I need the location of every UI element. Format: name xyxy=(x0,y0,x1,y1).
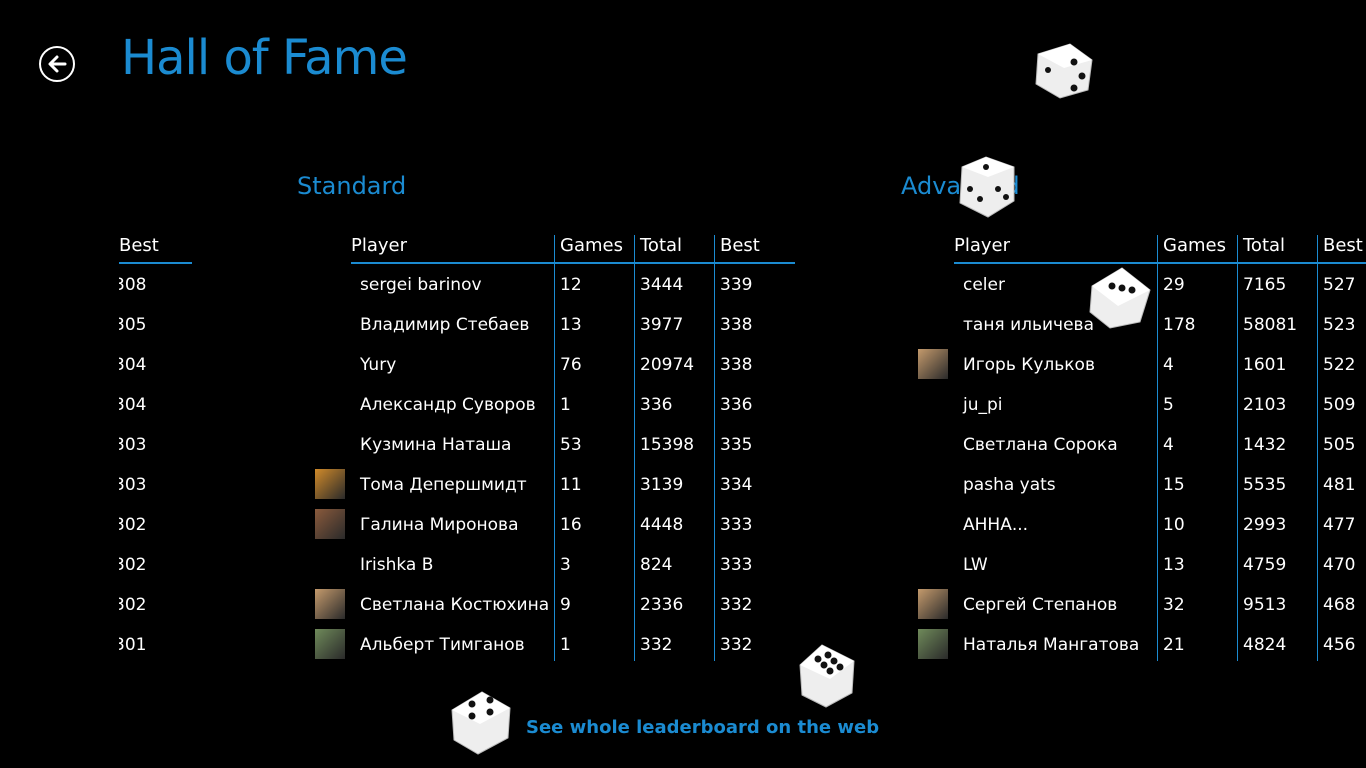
table-row[interactable]: Светлана Сорока 4 1432 505 xyxy=(0,392,1366,455)
table-row[interactable]: pasha yats 15 5535 481 xyxy=(0,432,1366,495)
dice-icon xyxy=(1089,267,1151,329)
dice-icon xyxy=(451,691,511,755)
cell-games: 21 xyxy=(1163,635,1185,655)
avatar xyxy=(918,629,948,659)
table-row[interactable]: АННА... 10 2993 477 xyxy=(0,472,1366,535)
cell-total: 4824 xyxy=(1243,635,1287,655)
dice-icon xyxy=(1035,43,1093,99)
table-row[interactable]: Сергей Степанов 32 9513 468 xyxy=(0,552,1366,619)
table-row[interactable]: LW 13 4759 470 xyxy=(0,512,1366,575)
web-leaderboard-link[interactable]: See whole leaderboard on the web xyxy=(526,717,879,738)
advanced-leaderboard: Player Games Total Best celer 29 7165 527 таня и… xyxy=(0,232,1366,672)
table-row[interactable]: таня ильичева 178 58081 523 xyxy=(0,272,1366,335)
dice-icon xyxy=(799,644,855,708)
cell-best: 456 xyxy=(1323,635,1356,655)
cell-player: Наталья Мангатова xyxy=(963,635,1140,655)
table-row[interactable]: Наталья Мангатова 21 4824 456 xyxy=(0,592,1366,659)
back-button[interactable] xyxy=(39,46,75,82)
table-row[interactable]: celer 29 7165 527 xyxy=(0,232,1366,295)
table-row[interactable]: ju_pi 5 2103 509 xyxy=(0,352,1366,415)
back-arrow-icon xyxy=(48,55,67,73)
table-row[interactable]: Игорь Кульков 4 1601 522 xyxy=(0,312,1366,379)
dice-icon xyxy=(959,156,1015,218)
standard-section-title: Standard xyxy=(297,172,407,200)
page-title: Hall of Fame xyxy=(121,30,408,86)
